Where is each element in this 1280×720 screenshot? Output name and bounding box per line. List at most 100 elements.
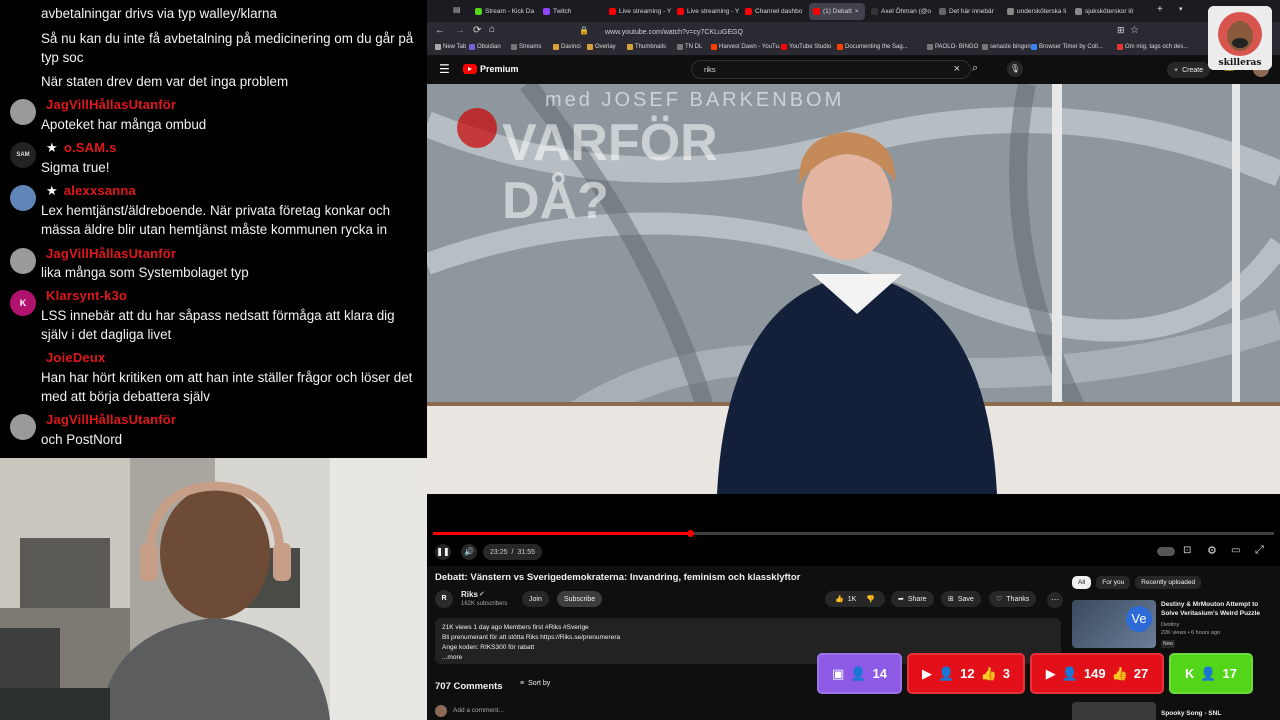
join-button[interactable]: Join (522, 591, 549, 607)
browser-tab[interactable]: Twitch (539, 3, 603, 20)
settings-icon[interactable]: ⚙ (1207, 544, 1217, 557)
thumbs-up-icon: 👍 (1111, 665, 1128, 681)
bookmark-item[interactable]: Harvest Dawn - YouTu... (711, 44, 784, 50)
chat-username[interactable]: JagVillHållasUtanför (46, 246, 176, 261)
bookmark-item[interactable]: YouTube Studio (781, 44, 831, 50)
svg-text:med JOSEF BARKENBOM: med JOSEF BARKENBOM (545, 89, 844, 111)
rec-item[interactable]: Ve Destiny & MrMouton Attempt to Solve V… (1072, 600, 1277, 654)
tab-label: Live streaming - Y (687, 8, 739, 15)
thanks-button[interactable]: ♡ Thanks (989, 591, 1037, 607)
rec-thumbnail[interactable]: Ve (1072, 600, 1156, 648)
chat-username[interactable]: JoieDeux (46, 350, 105, 365)
bookmark-item[interactable]: PAOLO- BINGO (927, 44, 978, 50)
comments-count: 707 Comments (435, 681, 503, 692)
theater-icon[interactable]: ▭ (1231, 545, 1240, 556)
channel-avatar[interactable]: R (435, 590, 453, 608)
menu-icon[interactable]: ☰ (439, 62, 450, 76)
chat-username[interactable]: ★ o.SAM.s (46, 140, 117, 156)
chevron-down-icon[interactable]: ▾ (1179, 5, 1183, 13)
browser-tab[interactable]: Live streaming - Y (605, 3, 671, 20)
bookmark-favicon-icon (587, 44, 593, 50)
reload-icon[interactable]: ⟳ (473, 25, 481, 36)
rec-item[interactable]: Spooky Song - SNL (1072, 702, 1277, 720)
save-button[interactable]: ⊞ Save (941, 591, 981, 607)
star-icon: ★ (46, 183, 58, 198)
bookmark-star-icon[interactable]: ☆ (1130, 25, 1139, 36)
browser-tab[interactable]: undersköterska li (1003, 3, 1069, 20)
bookmark-item[interactable]: New Tab (435, 44, 466, 50)
bookmark-item[interactable]: Streams (511, 44, 541, 50)
chat-username[interactable]: JagVillHållasUtanför (46, 412, 176, 427)
thumbs-down-icon[interactable]: 👎 (866, 595, 875, 603)
bookmark-item[interactable]: Obsidian (469, 44, 501, 50)
filter-chip[interactable]: Recently uploaded (1135, 576, 1202, 589)
mic-icon[interactable]: 🎙 (1007, 61, 1023, 77)
youtube-logo[interactable]: Premium (463, 64, 519, 74)
chat-username[interactable]: ★ alexxsanna (46, 183, 136, 199)
chat-text: Sigma true! (41, 160, 110, 175)
progress-knob[interactable] (687, 530, 695, 537)
pause-icon[interactable]: ❚❚ (435, 544, 451, 560)
bookmark-item[interactable]: Om mig, tags och des... (1117, 44, 1188, 50)
yt2-likes: 27 (1133, 666, 1149, 681)
rec-title[interactable]: Destiny & MrMouton Attempt to Solve Veri… (1161, 600, 1275, 618)
browser-tab[interactable]: (1) Debatt × (809, 3, 865, 20)
tab-list-icon[interactable]: ▤ (453, 5, 461, 14)
browser-tab[interactable]: Channel dashbo (741, 3, 807, 20)
bookmark-item[interactable]: Thumbnails (627, 44, 666, 50)
back-icon[interactable]: ← (435, 25, 445, 36)
video-player[interactable]: med JOSEF BARKENBOM VARFÖR DÅ? ❚❚ 🔊 23:2… (427, 84, 1280, 566)
bookmark-item[interactable]: senaste bingon (982, 44, 1031, 50)
progress-bar[interactable] (433, 530, 1274, 537)
more-actions-icon[interactable]: ⋯ (1047, 592, 1063, 608)
autoplay-toggle[interactable] (1157, 547, 1175, 556)
browser-tab[interactable]: Axel Öhman (@o (867, 3, 933, 20)
bookmark-item[interactable]: Browser Timer by Coll... (1031, 44, 1103, 50)
create-button[interactable]: + Create (1167, 62, 1211, 78)
url-text: www.youtube.com/watch?v=cy7CKLuGEGQ (605, 28, 743, 36)
browser-tab[interactable]: Stream - Kick Da (471, 3, 537, 20)
nav-bar: ← → ⟳ ⌂ 🔒 www.youtube.com/watch?v=cy7CKL… (427, 22, 1280, 42)
bookmark-label: Om mig, tags och des... (1125, 44, 1189, 50)
search-box[interactable]: riks × (691, 60, 971, 79)
bookmark-item[interactable]: Davinci (553, 44, 581, 50)
channel-name[interactable]: Riks (461, 590, 478, 599)
browser-tab[interactable]: sjuksköterskor lö (1071, 3, 1137, 20)
fullscreen-icon[interactable]: ⤢ (1255, 544, 1264, 557)
plus-icon: + (1174, 66, 1179, 74)
chat-username[interactable]: Klarsynt-k3o (46, 288, 127, 303)
rec-title[interactable]: Spooky Song - SNL (1161, 710, 1221, 717)
forward-icon[interactable]: → (455, 25, 465, 36)
share-button[interactable]: ➦ Share (891, 591, 934, 607)
bookmark-label: Streams (519, 44, 542, 50)
new-tab-icon[interactable]: + (1157, 4, 1163, 15)
filter-chip[interactable]: For you (1096, 576, 1131, 589)
volume-icon[interactable]: 🔊 (461, 544, 477, 560)
chat-username-text: JoieDeux (46, 350, 106, 365)
like-button[interactable]: 👍 1K 👎 (825, 591, 885, 607)
search-icon[interactable]: ⌕ (972, 62, 978, 75)
bookmark-item[interactable]: TN DL (677, 44, 702, 50)
search-input[interactable]: riks (704, 65, 716, 74)
browser-tab[interactable]: Live streaming - Y (673, 3, 739, 20)
filter-chip[interactable]: All (1072, 576, 1092, 589)
extensions-icon[interactable]: ⊞ (1117, 25, 1125, 36)
clear-search-icon[interactable]: × (954, 63, 960, 75)
browser-tab[interactable]: Det här innebär (935, 3, 1001, 20)
url-bar[interactable]: www.youtube.com/watch?v=cy7CKLuGEGQ (605, 25, 1165, 39)
sort-button[interactable]: ≡ Sort by (520, 680, 550, 687)
bookmark-item[interactable]: Documenting the Sag... (837, 44, 908, 50)
add-comment-input[interactable]: Add a comment... (453, 707, 504, 714)
bookmark-item[interactable]: Overlay (587, 44, 616, 50)
tab-favicon-icon (871, 8, 878, 15)
chat-avatar: K (10, 290, 36, 316)
yt2-viewers: 149 (1083, 666, 1106, 681)
bookmark-favicon-icon (1117, 44, 1123, 50)
close-tab-icon[interactable]: × (855, 8, 859, 15)
video-frame[interactable]: med JOSEF BARKENBOM VARFÖR DÅ? (427, 84, 1280, 494)
rec-thumbnail[interactable] (1072, 702, 1156, 720)
chat-username[interactable]: JagVillHållasUtanför (46, 97, 176, 112)
home-icon[interactable]: ⌂ (489, 24, 495, 35)
subscribe-button[interactable]: Subscribe (557, 591, 603, 607)
captions-icon[interactable]: ⊡ (1183, 545, 1191, 556)
